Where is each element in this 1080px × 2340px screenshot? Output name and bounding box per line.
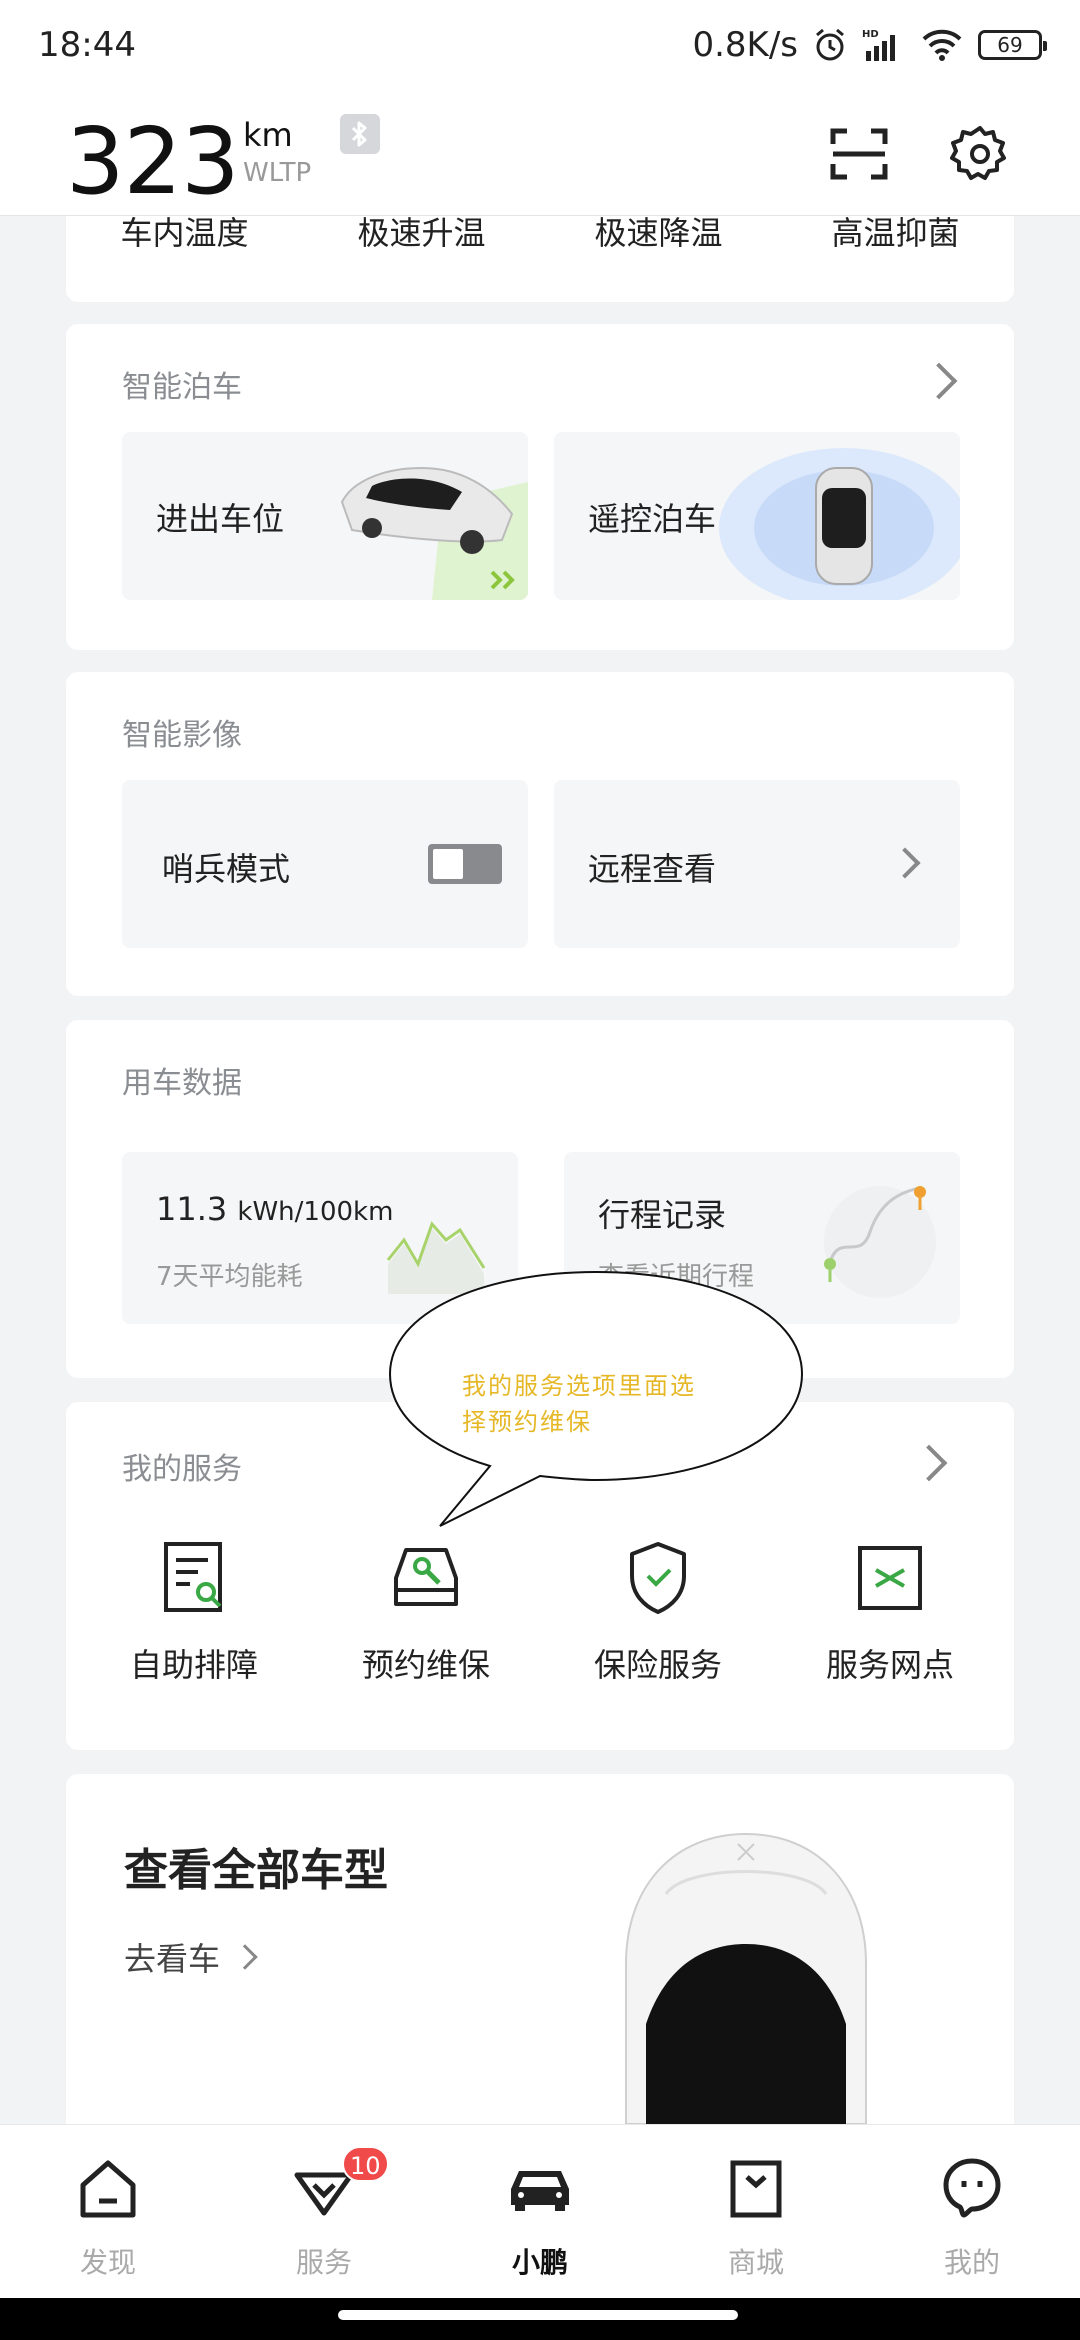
wifi-icon — [922, 29, 962, 61]
self-diagnosis-label: 自助排障 — [129, 1646, 258, 1684]
profile-face-icon — [943, 2158, 1001, 2218]
view-cars-label: 去看车 — [124, 1940, 221, 1978]
climate-item-cabin-temp[interactable]: 车内温度 — [66, 208, 303, 294]
climate-item-sterilize[interactable]: 高温抑菌 — [777, 208, 1014, 294]
park-in-out-label: 进出车位 — [156, 500, 285, 538]
annotation-line-2: 择预约维保 — [462, 1408, 592, 1436]
sentry-mode-toggle[interactable] — [428, 844, 502, 884]
smart-imaging-card: 智能影像 哨兵模式 远程查看 — [66, 672, 1014, 996]
tab-me-label: 我的 — [943, 2246, 1000, 2279]
home-indicator[interactable] — [338, 2310, 738, 2320]
car-showcase-image — [625, 1832, 867, 2124]
view-cars-chevron-icon — [232, 1944, 258, 1970]
trip-route-icon — [824, 1186, 936, 1298]
smart-parking-card: 智能泊车 进出车位 遥控泊车 — [66, 324, 1014, 650]
car-tab-icon — [511, 2171, 569, 2211]
self-diagnosis-icon — [164, 1542, 222, 1612]
range-value: 323 — [66, 108, 240, 215]
range-standard: WLTP — [243, 158, 312, 188]
home-icon — [80, 2160, 136, 2218]
svg-text:HD: HD — [862, 29, 879, 40]
energy-value: 11.3 — [156, 1190, 228, 1228]
energy-unit: kWh/100km — [237, 1197, 394, 1227]
vehicle-header: 323 km WLTP — [0, 90, 1080, 216]
bottom-tab-bar: 发现 服务 小鹏 商城 我的 — [0, 2124, 1080, 2298]
view-cars-link[interactable]: 去看车 — [124, 1934, 258, 1980]
energy-caption: 7天平均能耗 — [156, 1262, 303, 1292]
alarm-icon — [816, 28, 844, 61]
service-outlet-icon — [858, 1546, 922, 1610]
network-speed: 0.8K/s — [692, 25, 798, 65]
climate-item-rapid-cool[interactable]: 极速降温 — [540, 208, 777, 294]
tab-service-label: 服务 — [295, 2246, 352, 2279]
climate-actions: 车内温度 极速升温 极速降温 高温抑菌 — [66, 208, 1014, 294]
remote-view-chevron-icon — [889, 847, 921, 879]
tab-xpeng-label: 小鹏 — [511, 2246, 568, 2279]
my-services-title: 我的服务 — [122, 1452, 242, 1487]
settings-gear-icon[interactable] — [950, 124, 1010, 184]
all-models-card[interactable]: 查看全部车型 去看车 — [66, 1774, 1014, 2124]
service-insurance[interactable]: 保险服务 — [558, 1538, 758, 1686]
status-bar: 18:44 0.8K/s HD 69 — [0, 0, 1080, 90]
tab-service[interactable]: 服务 — [216, 2125, 432, 2298]
insurance-label: 保险服务 — [593, 1646, 722, 1684]
sentry-mode-tile: 哨兵模式 — [122, 780, 528, 948]
cellular-signal-icon: HD — [862, 29, 895, 61]
smart-parking-chevron-icon[interactable] — [920, 362, 958, 400]
my-services-chevron-icon[interactable] — [910, 1444, 948, 1482]
toggle-knob — [433, 849, 463, 879]
tab-discover-label: 发现 — [79, 2246, 136, 2279]
tab-me[interactable]: 我的 — [864, 2125, 1080, 2298]
park-in-out-tile[interactable]: 进出车位 — [122, 432, 528, 600]
car-parking-illustration — [340, 466, 528, 600]
scan-icon[interactable] — [830, 128, 888, 180]
remote-parking-label: 遥控泊车 — [588, 500, 717, 538]
shopping-bag-icon — [730, 2160, 782, 2218]
insurance-shield-icon — [630, 1542, 686, 1614]
maintenance-booking-label: 预约维保 — [361, 1646, 490, 1684]
tab-xpeng[interactable]: 小鹏 — [432, 2125, 648, 2298]
remote-parking-tile[interactable]: 遥控泊车 — [554, 432, 960, 600]
trip-record-title: 行程记录 — [598, 1196, 727, 1234]
annotation-line-1: 我的服务选项里面选 — [462, 1372, 696, 1400]
annotation-text: 我的服务选项里面选 择预约维保 — [462, 1368, 742, 1440]
service-outlets-label: 服务网点 — [825, 1646, 954, 1684]
remote-view-label: 远程查看 — [588, 850, 717, 888]
service-maintenance-booking[interactable]: 预约维保 — [326, 1538, 526, 1686]
climate-item-rapid-heat[interactable]: 极速升温 — [303, 208, 540, 294]
range-unit: km — [243, 116, 293, 154]
tab-mall[interactable]: 商城 — [648, 2125, 864, 2298]
tab-discover[interactable]: 发现 — [0, 2125, 216, 2298]
service-self-diagnosis[interactable]: 自助排障 — [94, 1538, 294, 1686]
service-outlets[interactable]: 服务网点 — [790, 1538, 990, 1686]
remote-parking-illustration — [719, 448, 960, 600]
maintenance-booking-icon — [394, 1548, 458, 1606]
battery-indicator: 69 — [978, 30, 1047, 60]
vehicle-data-title: 用车数据 — [122, 1066, 242, 1101]
remote-view-tile[interactable]: 远程查看 — [554, 780, 960, 948]
all-models-title: 查看全部车型 — [124, 1845, 388, 1896]
bluetooth-icon — [340, 114, 380, 154]
smart-imaging-title: 智能影像 — [122, 718, 242, 753]
smart-parking-title: 智能泊车 — [122, 370, 242, 405]
status-time: 18:44 — [38, 25, 136, 65]
tab-mall-label: 商城 — [727, 2246, 784, 2279]
sentry-mode-label: 哨兵模式 — [162, 850, 291, 888]
service-notification-badge: 10 — [342, 2146, 389, 2182]
